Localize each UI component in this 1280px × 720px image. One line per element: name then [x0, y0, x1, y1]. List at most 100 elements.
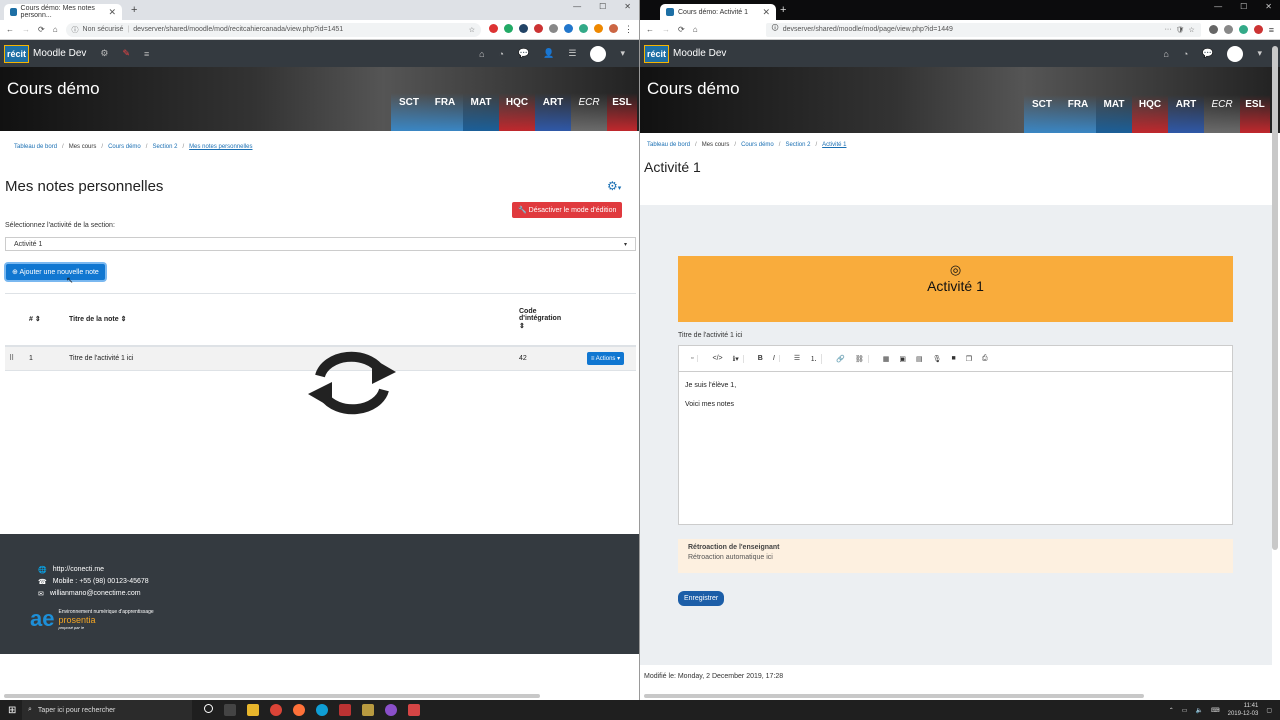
extension-icon[interactable] — [594, 24, 603, 33]
html-icon[interactable]: </> — [712, 355, 722, 363]
volume-icon[interactable]: 🔈 — [1195, 707, 1202, 714]
chevron-up-icon[interactable]: ⌃ — [1169, 707, 1174, 714]
extension-icon[interactable] — [579, 24, 588, 33]
extension-icon[interactable] — [564, 24, 573, 33]
maximize-button[interactable]: ☐ — [599, 2, 606, 11]
home-icon[interactable]: ⌂ — [479, 49, 484, 59]
new-tab-button[interactable]: + — [131, 4, 137, 16]
microphone-icon[interactable]: 🎙 — [933, 355, 942, 363]
chevron-down-icon[interactable]: ▾ — [620, 48, 625, 59]
column-header-code[interactable]: Code d'intégration ⇕ — [515, 293, 575, 347]
info-icon[interactable]: ℹ▾ — [733, 355, 739, 363]
new-tab-button[interactable]: + — [780, 4, 786, 16]
keyboard-icon[interactable]: ⌨ — [1211, 707, 1220, 714]
footer-website[interactable]: http://conecti.me — [53, 566, 104, 574]
app-icon[interactable] — [408, 704, 420, 716]
more-icon[interactable]: ··· — [1165, 26, 1172, 33]
library-icon[interactable] — [1208, 24, 1218, 34]
column-header-number[interactable]: # ⇕ — [25, 293, 65, 347]
horizontal-scrollbar[interactable] — [4, 694, 540, 698]
file-explorer-icon[interactable] — [247, 704, 259, 716]
app-icon[interactable] — [339, 704, 351, 716]
unlink-icon[interactable]: ⛓ — [855, 355, 864, 363]
unordered-list-icon[interactable]: ☰ — [794, 354, 800, 364]
close-tab-icon[interactable]: ✕ — [762, 7, 770, 18]
skype-icon[interactable] — [316, 704, 328, 716]
breadcrumb-link[interactable]: Section 2 — [785, 142, 810, 148]
windows-start-icon[interactable]: ⊞ — [8, 705, 16, 716]
italic-icon[interactable]: I — [773, 355, 775, 362]
home-icon[interactable]: ⌂ — [53, 25, 58, 34]
forward-icon[interactable]: → — [22, 25, 30, 34]
back-icon[interactable]: ← — [6, 25, 14, 34]
menu-icon[interactable]: ≡ — [144, 49, 149, 59]
bold-icon[interactable]: B — [758, 355, 763, 362]
close-window-button[interactable]: ✕ — [1265, 2, 1272, 11]
chrome-icon[interactable] — [270, 704, 282, 716]
paste-icon[interactable]: ⎙ — [982, 355, 988, 363]
chat-icon[interactable]: 💬 — [1202, 48, 1213, 59]
back-icon[interactable]: ← — [646, 25, 654, 34]
extension-icon[interactable] — [549, 24, 558, 33]
taskbar-search[interactable]: ⌕ Taper ici pour rechercher — [22, 700, 192, 720]
menu-dots-icon[interactable]: ⋮ — [624, 24, 633, 35]
task-view-icon[interactable] — [224, 704, 236, 716]
extension-icon[interactable] — [1238, 24, 1248, 34]
dashboard-icon[interactable]: ◔ — [1183, 49, 1188, 59]
home-icon[interactable]: ⌂ — [693, 25, 698, 34]
image-icon[interactable]: ▣ — [899, 355, 906, 363]
editor-content[interactable]: Je suis l'élève 1, Voici mes notes — [679, 372, 1232, 418]
toggle-edit-mode-button[interactable]: 🔧 Désactiver le mode d'édition — [512, 202, 623, 218]
notifications-icon[interactable]: ▢ — [1266, 707, 1272, 714]
breadcrumb-current[interactable]: Mes notes personnelles — [189, 144, 252, 150]
site-brand[interactable]: Moodle Dev — [673, 48, 726, 59]
avatar[interactable] — [1227, 45, 1244, 62]
collapse-toolbar-icon[interactable]: ▫ — [691, 355, 693, 362]
avatar[interactable] — [590, 45, 607, 62]
site-logo[interactable]: récit — [644, 44, 670, 63]
chevron-down-icon[interactable]: ▾ — [1257, 48, 1262, 59]
extension-icon[interactable] — [534, 24, 543, 33]
extension-icon[interactable] — [504, 24, 513, 33]
gear-icon[interactable]: ⚙ — [100, 48, 108, 59]
reload-icon[interactable]: ⟳ — [38, 25, 45, 34]
dashboard-icon[interactable]: ◔ — [499, 49, 504, 59]
menu-icon[interactable]: ≡ — [1269, 25, 1274, 35]
cortana-icon[interactable] — [204, 704, 213, 713]
breadcrumb-link[interactable]: Tableau de bord — [647, 142, 690, 148]
site-logo[interactable]: récit — [4, 44, 30, 63]
copy-icon[interactable]: ❐ — [966, 355, 972, 363]
github-icon[interactable] — [385, 704, 397, 716]
activity-select[interactable]: Activité 1 ▾ — [5, 237, 636, 251]
media-icon[interactable]: ▦ — [883, 355, 890, 363]
minimize-button[interactable]: — — [1214, 2, 1222, 11]
pencil-icon[interactable]: ✎ — [122, 48, 130, 59]
home-icon[interactable]: ⌂ — [1163, 49, 1168, 59]
footer-email[interactable]: willianmano@conectime.com — [50, 590, 141, 598]
users-icon[interactable]: 👤 — [543, 48, 554, 59]
forward-icon[interactable]: → — [662, 25, 670, 34]
vertical-scrollbar[interactable] — [1272, 46, 1278, 550]
maximize-button[interactable]: ☐ — [1240, 2, 1247, 11]
minimize-button[interactable]: — — [573, 2, 581, 11]
extension-icon[interactable] — [519, 24, 528, 33]
address-bar[interactable]: 🛈 devserver/shared/moodle/mod/page/view.… — [765, 22, 1201, 37]
extension-icon[interactable] — [489, 24, 498, 33]
column-header-title[interactable]: Titre de la note ⇕ — [65, 293, 515, 347]
save-button[interactable]: Enregistrer — [678, 591, 725, 606]
address-bar[interactable]: ⓘ Non sécurisé | devserver/shared/moodle… — [65, 22, 481, 37]
add-note-button[interactable]: ⊕ Ajouter une nouvelle note — [6, 264, 105, 280]
clock[interactable]: 11:41 2019-12-03 — [1228, 702, 1259, 718]
breadcrumb-link[interactable]: Tableau de bord — [14, 144, 57, 150]
browser-tab[interactable]: Cours démo: Mes notes personn... ✕ — [4, 4, 122, 20]
actions-dropdown-button[interactable]: ≡ Actions ▾ — [586, 351, 625, 365]
bookmark-star-icon[interactable]: ☆ — [469, 26, 475, 34]
drag-handle-icon[interactable]: ⠿ — [5, 345, 25, 371]
list-icon[interactable]: ☰ — [568, 48, 576, 59]
ordered-list-icon[interactable]: ⒈ — [810, 354, 817, 364]
close-window-button[interactable]: ✕ — [624, 2, 631, 11]
firefox-icon[interactable] — [293, 704, 305, 716]
profile-icon[interactable] — [609, 24, 618, 33]
gear-icon[interactable]: ⚙▾ — [607, 179, 621, 193]
breadcrumb-current[interactable]: Activité 1 — [822, 142, 846, 148]
